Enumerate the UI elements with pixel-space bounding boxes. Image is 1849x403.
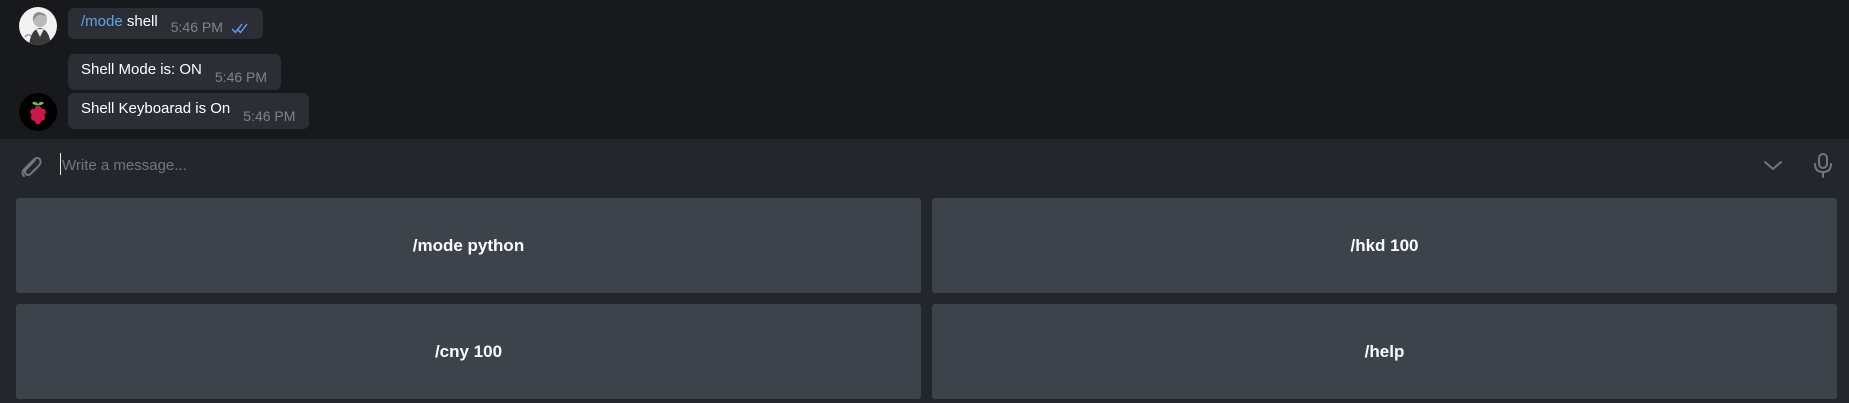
message-bubble-outgoing[interactable]: /mode shell 5:46 PM <box>68 8 263 39</box>
paperclip-icon[interactable] <box>16 152 44 180</box>
message-bubble-incoming[interactable]: Shell Mode is: ON 5:46 PM <box>68 54 282 90</box>
message-text-rest: shell <box>122 12 158 30</box>
user-avatar-image <box>19 7 57 45</box>
message-text: /mode shell <box>81 13 158 31</box>
keyboard-button-mode-python[interactable]: /mode python <box>16 198 921 293</box>
message-bubble-incoming[interactable]: Shell Keyboarad is On 5:46 PM <box>68 93 310 129</box>
message-time: 5:46 PM <box>170 18 223 35</box>
message-composer <box>0 139 1849 191</box>
message-text: Shell Keyboarad is On <box>81 100 231 117</box>
user-avatar[interactable] <box>19 7 57 45</box>
bot-avatar[interactable] <box>19 93 57 131</box>
chevron-down-icon[interactable] <box>1760 154 1786 176</box>
keyboard-button-hkd-100[interactable]: /hkd 100 <box>932 198 1837 293</box>
keyboard-button-cny-100[interactable]: /cny 100 <box>16 304 921 399</box>
double-check-icon <box>231 22 249 34</box>
telegram-chat-window: /mode shell 5:46 PM Shell Mode is: ON 5:… <box>0 0 1849 403</box>
command-link[interactable]: /mode <box>81 13 123 30</box>
text-caret <box>60 153 61 175</box>
microphone-icon[interactable] <box>1810 151 1836 179</box>
message-time: 5:46 PM <box>243 108 296 124</box>
reply-keyboard: /mode python /hkd 100 /cny 100 /help <box>0 191 1849 403</box>
raspberry-pi-icon <box>19 93 57 131</box>
message-list[interactable]: /mode shell 5:46 PM Shell Mode is: ON 5:… <box>0 0 1849 139</box>
message-text: Shell Mode is: ON <box>81 61 202 78</box>
message-time: 5:46 PM <box>214 69 268 85</box>
keyboard-button-help[interactable]: /help <box>932 304 1837 399</box>
message-input[interactable] <box>62 152 1742 178</box>
